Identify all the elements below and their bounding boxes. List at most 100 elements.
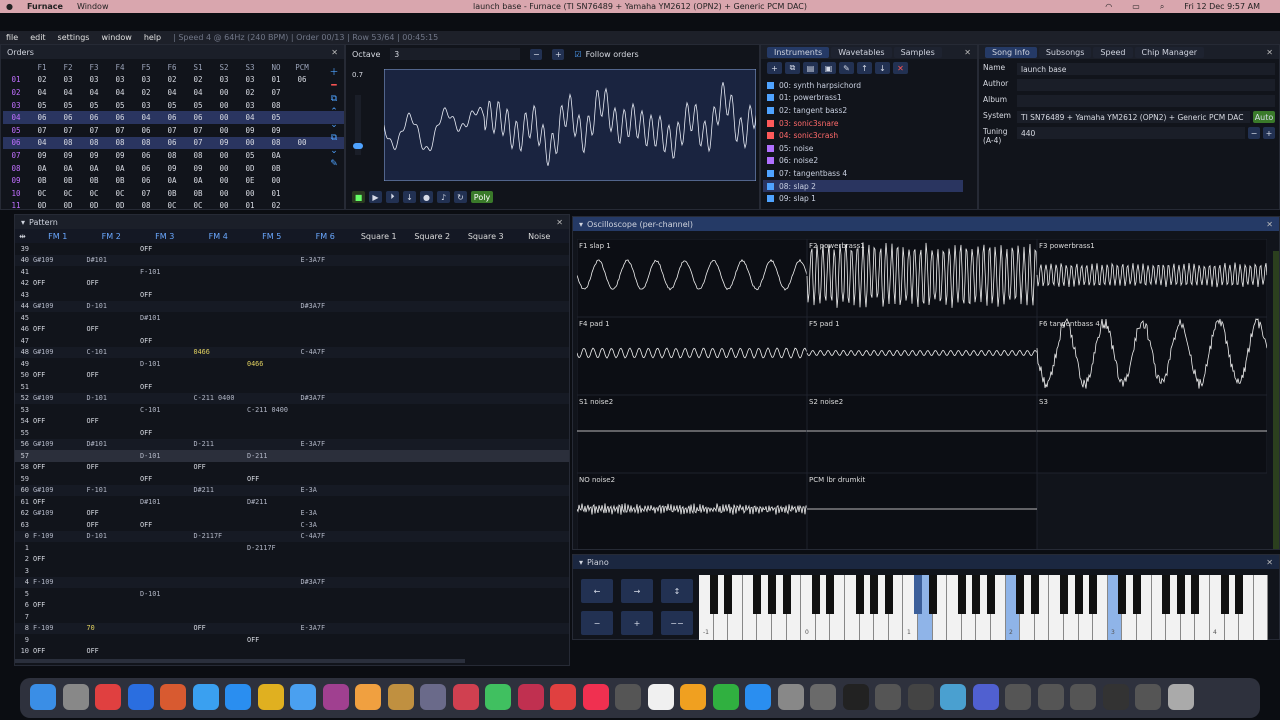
app-icon[interactable] <box>420 684 446 710</box>
order-cell[interactable]: 02 <box>263 201 289 210</box>
pattern-cell[interactable]: D-211 <box>245 452 299 460</box>
order-cell[interactable]: 06 <box>133 151 159 160</box>
photos-icon[interactable] <box>355 684 381 710</box>
channel-header[interactable]: Noise <box>513 232 567 241</box>
collapse-icon[interactable]: ▾ <box>579 558 583 567</box>
order-cell[interactable]: 05 <box>29 101 55 110</box>
order-cell[interactable]: 0A <box>159 176 185 185</box>
black-key[interactable] <box>1118 575 1127 614</box>
pattern-cell[interactable]: OFF <box>31 325 85 333</box>
pattern-cell[interactable]: C-101 <box>85 348 139 356</box>
order-cell[interactable]: 0A <box>185 176 211 185</box>
app-icon[interactable] <box>1070 684 1096 710</box>
order-cell[interactable]: 00 <box>211 113 237 122</box>
pattern-cell[interactable]: F-101 <box>85 486 139 494</box>
order-cell[interactable]: 03 <box>133 75 159 84</box>
pattern-cell[interactable]: G#109 <box>31 256 85 264</box>
pattern-cell[interactable]: OFF <box>85 647 139 655</box>
clone-icon[interactable]: ⧉ <box>331 133 337 143</box>
zoom-out-button[interactable]: − <box>581 611 613 635</box>
order-cell[interactable]: 00 <box>237 138 263 147</box>
order-cell[interactable]: 01 <box>263 75 289 84</box>
reset-button[interactable]: −− <box>661 611 693 635</box>
order-cell[interactable]: 04 <box>185 88 211 97</box>
pattern-cell[interactable]: 0466 <box>192 348 246 356</box>
order-cell[interactable]: 09 <box>185 164 211 173</box>
pattern-cell[interactable]: G#109 <box>31 509 85 517</box>
pattern-cell[interactable]: D#101 <box>138 498 192 506</box>
black-key[interactable] <box>884 575 893 614</box>
pattern-cell[interactable]: C-3A <box>299 521 353 529</box>
close-icon[interactable]: ✕ <box>1266 220 1273 229</box>
black-key[interactable] <box>709 575 718 614</box>
order-cell[interactable]: 05 <box>81 101 107 110</box>
zoom-slider[interactable] <box>353 95 363 155</box>
pattern-cell[interactable]: E-3A <box>299 486 353 494</box>
instrument-item[interactable]: 00: synth harpsichord <box>763 79 963 92</box>
menu-help[interactable]: help <box>144 33 161 42</box>
order-cell[interactable]: 0D <box>237 164 263 173</box>
pattern-cell[interactable]: D-2117F <box>192 532 246 540</box>
black-key[interactable] <box>1016 575 1025 614</box>
order-cell[interactable]: 07 <box>55 126 81 135</box>
order-cell[interactable]: 08 <box>263 138 289 147</box>
app-icon[interactable] <box>810 684 836 710</box>
order-cell[interactable]: 02 <box>159 75 185 84</box>
octave-input[interactable]: 3 <box>390 48 521 60</box>
zoom-handle[interactable] <box>353 143 363 149</box>
channel-header[interactable]: Square 3 <box>459 232 513 241</box>
order-cell[interactable]: 08 <box>185 151 211 160</box>
pattern-cell[interactable]: D#3A7F <box>299 394 353 402</box>
black-key[interactable] <box>1220 575 1229 614</box>
black-key[interactable] <box>957 575 966 614</box>
black-key[interactable] <box>1074 575 1083 614</box>
channel-header[interactable]: Square 2 <box>406 232 460 241</box>
order-cell[interactable]: 03 <box>237 101 263 110</box>
app-icon[interactable] <box>1005 684 1031 710</box>
edit-icon[interactable]: ✎ <box>839 62 854 74</box>
black-key[interactable] <box>1089 575 1098 614</box>
order-cell[interactable]: 08 <box>107 138 133 147</box>
black-key[interactable] <box>811 575 820 614</box>
repeat-icon[interactable]: ↻ <box>454 191 467 203</box>
play-from-icon[interactable]: ⏵ <box>386 191 399 203</box>
pattern-cell[interactable]: D#101 <box>85 256 139 264</box>
pattern-cell[interactable]: OFF <box>138 475 192 483</box>
move-up-icon[interactable]: ↑ <box>857 62 872 74</box>
pattern-cell[interactable]: OFF <box>85 521 139 529</box>
order-cell[interactable]: 00 <box>211 164 237 173</box>
collapse-icon[interactable]: ▾ <box>579 220 583 229</box>
order-cell[interactable]: 09 <box>55 151 81 160</box>
order-cell[interactable]: 06 <box>29 113 55 122</box>
black-key[interactable] <box>1059 575 1068 614</box>
pattern-cell[interactable]: E-3A <box>299 509 353 517</box>
instrument-item[interactable]: 03: sonic3snare <box>763 117 963 130</box>
pattern-cell[interactable]: C-4A7F <box>299 348 353 356</box>
pattern-cell[interactable]: OFF <box>31 498 85 506</box>
order-cell[interactable]: 09 <box>81 151 107 160</box>
pattern-cell[interactable]: OFF <box>31 555 85 563</box>
close-icon[interactable]: ✕ <box>964 48 971 57</box>
play-pattern-icon[interactable]: ▶ <box>369 191 382 203</box>
order-cell[interactable]: 03 <box>211 75 237 84</box>
order-edit-icon[interactable]: ✎ <box>330 159 338 169</box>
order-cell[interactable]: 09 <box>159 164 185 173</box>
black-key[interactable] <box>767 575 776 614</box>
instrument-item[interactable]: 05: noise <box>763 142 963 155</box>
order-cell[interactable]: 0B <box>107 176 133 185</box>
channel-header[interactable]: FM 1 <box>31 232 85 241</box>
pattern-cell[interactable]: OFF <box>245 475 299 483</box>
order-cell[interactable]: 00 <box>237 189 263 198</box>
tuning-up-button[interactable]: + <box>1263 127 1275 139</box>
clock[interactable]: Fri 12 Dec 9:57 AM <box>1184 2 1260 11</box>
order-cell[interactable]: 04 <box>81 88 107 97</box>
app-icon[interactable] <box>1037 684 1064 710</box>
order-cell[interactable]: 0A <box>55 164 81 173</box>
channel-header[interactable]: Square 1 <box>352 232 406 241</box>
order-row[interactable]: 03 05 05 05 05 03 05 05 00 03 08 <box>3 99 344 112</box>
order-cell[interactable]: 05 <box>237 151 263 160</box>
order-cell[interactable]: 00 <box>211 151 237 160</box>
close-icon[interactable]: ✕ <box>556 218 563 227</box>
numbers-icon[interactable] <box>712 684 739 710</box>
pattern-cell[interactable]: OFF <box>245 636 299 644</box>
